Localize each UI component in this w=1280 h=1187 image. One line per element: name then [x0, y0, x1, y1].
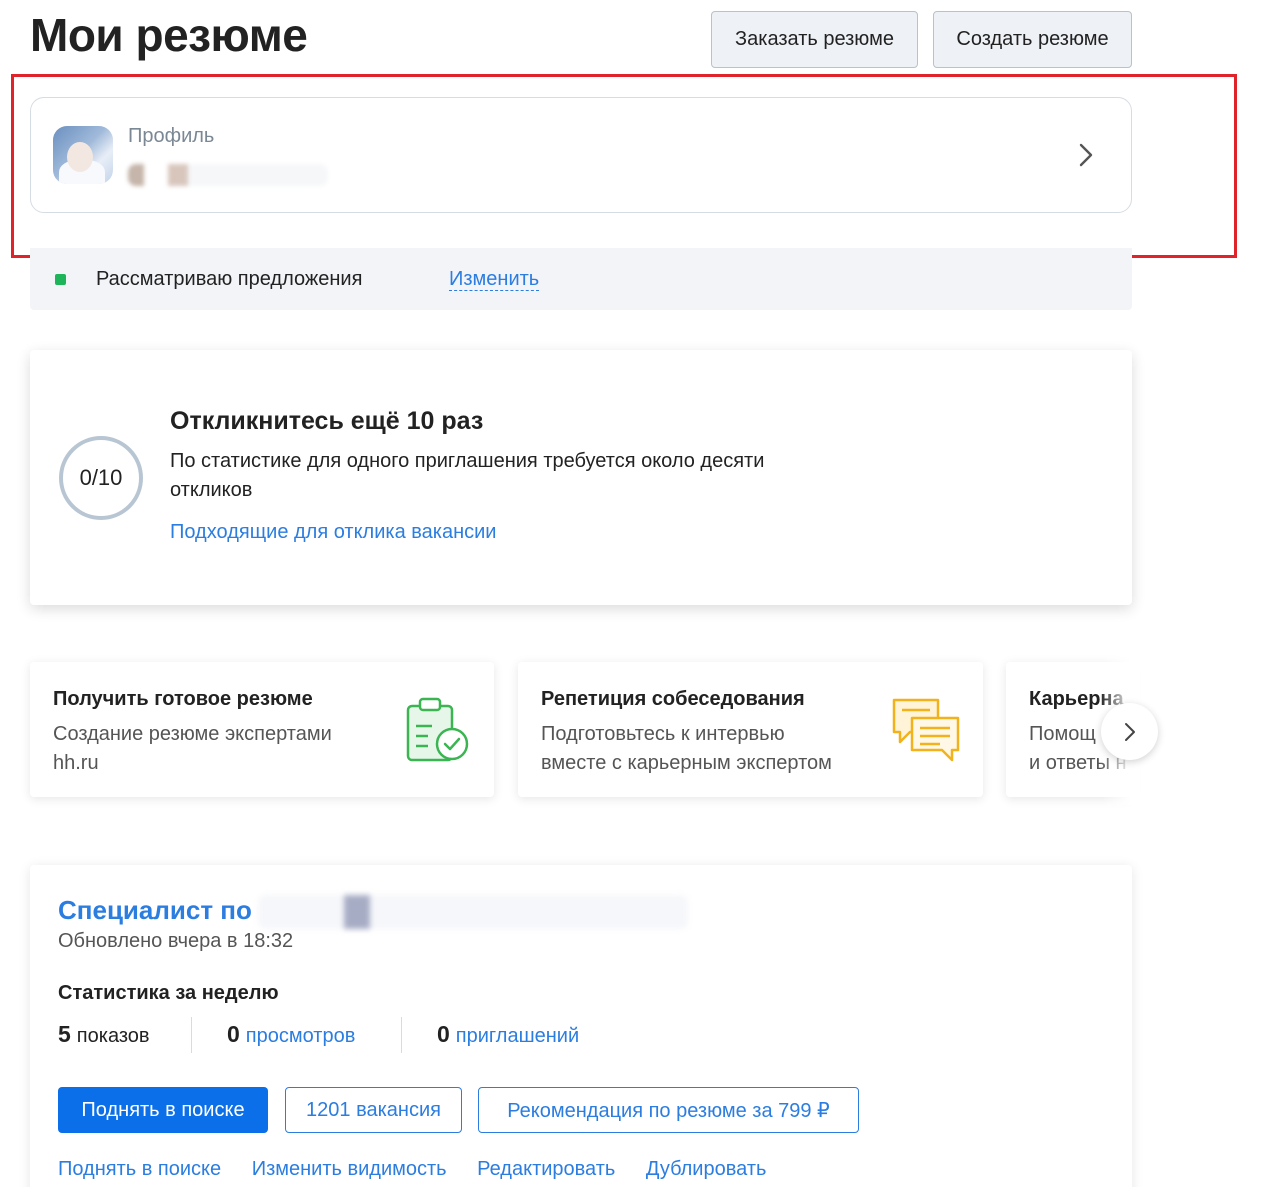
responses-goal-card: 0/10 Откликнитесь ещё 10 раз По статисти…	[30, 350, 1132, 605]
service-card-ready-resume[interactable]: Получить готовое резюме Создание резюме …	[30, 662, 494, 797]
service-description: Подготовьтесь к интервью вместе с карьер…	[541, 723, 832, 774]
status-dot-icon	[55, 274, 66, 285]
resume-title-link[interactable]: Специалист по	[58, 895, 252, 926]
service-description: Создание резюме экспертами hh.ru	[53, 723, 332, 774]
views-link[interactable]: просмотров	[246, 1025, 356, 1047]
change-status-link[interactable]: Изменить	[449, 268, 540, 291]
progress-counter: 0/10	[79, 465, 123, 490]
duplicate-link[interactable]: Дублировать	[646, 1158, 767, 1180]
resume-title-redacted	[258, 895, 688, 929]
chevron-right-icon	[1124, 722, 1135, 741]
job-search-status-bar: Рассматриваю предложения Изменить	[30, 248, 1132, 310]
invitations-link[interactable]: приглашений	[456, 1025, 579, 1047]
raise-in-search-link[interactable]: Поднять в поиске	[58, 1158, 221, 1180]
recommendation-button[interactable]: Рекомендация по резюме за 799 ₽	[478, 1087, 859, 1133]
service-title: Получить готовое резюме	[53, 688, 313, 710]
responses-description: По статистике для одного приглашения тре…	[170, 450, 765, 501]
stat-invitations: 0 приглашений	[437, 1021, 580, 1047]
clipboard-check-icon	[406, 697, 469, 762]
raise-in-search-button[interactable]: Поднять в поиске	[58, 1087, 268, 1133]
carousel-next-button[interactable]	[1101, 703, 1158, 760]
chat-bubbles-icon	[892, 698, 960, 762]
vacancies-button[interactable]: 1201 вакансия	[285, 1087, 462, 1133]
resume-card: Специалист по Обновлено вчера в 18:32 Ст…	[30, 865, 1132, 1187]
service-card-interview-rehearsal[interactable]: Репетиция собеседования Подготовьтесь к …	[518, 662, 983, 797]
stats-heading: Статистика за неделю	[58, 982, 279, 1004]
order-resume-button[interactable]: Заказать резюме	[711, 11, 918, 68]
change-visibility-link[interactable]: Изменить видимость	[252, 1158, 447, 1180]
suitable-vacancies-link[interactable]: Подходящие для отклика вакансии	[170, 521, 496, 544]
edit-link[interactable]: Редактировать	[477, 1158, 615, 1180]
page-title: Мои резюме	[30, 9, 308, 61]
create-resume-button[interactable]: Создать резюме	[933, 11, 1132, 68]
highlight-annotation	[11, 74, 1237, 258]
resume-updated-time: Обновлено вчера в 18:32	[58, 930, 294, 952]
stat-impressions: 5 показов	[58, 1021, 150, 1047]
stat-views: 0 просмотров	[227, 1021, 356, 1047]
stat-divider	[401, 1017, 402, 1053]
resume-actions: Поднять в поиске Изменить видимость Реда…	[58, 1158, 791, 1181]
status-text: Рассматриваю предложения	[96, 268, 363, 290]
service-title: Репетиция собеседования	[541, 688, 805, 710]
responses-title: Откликнитесь ещё 10 раз	[170, 407, 484, 435]
stat-divider	[191, 1017, 192, 1053]
service-title: Карьерна	[1029, 688, 1124, 710]
